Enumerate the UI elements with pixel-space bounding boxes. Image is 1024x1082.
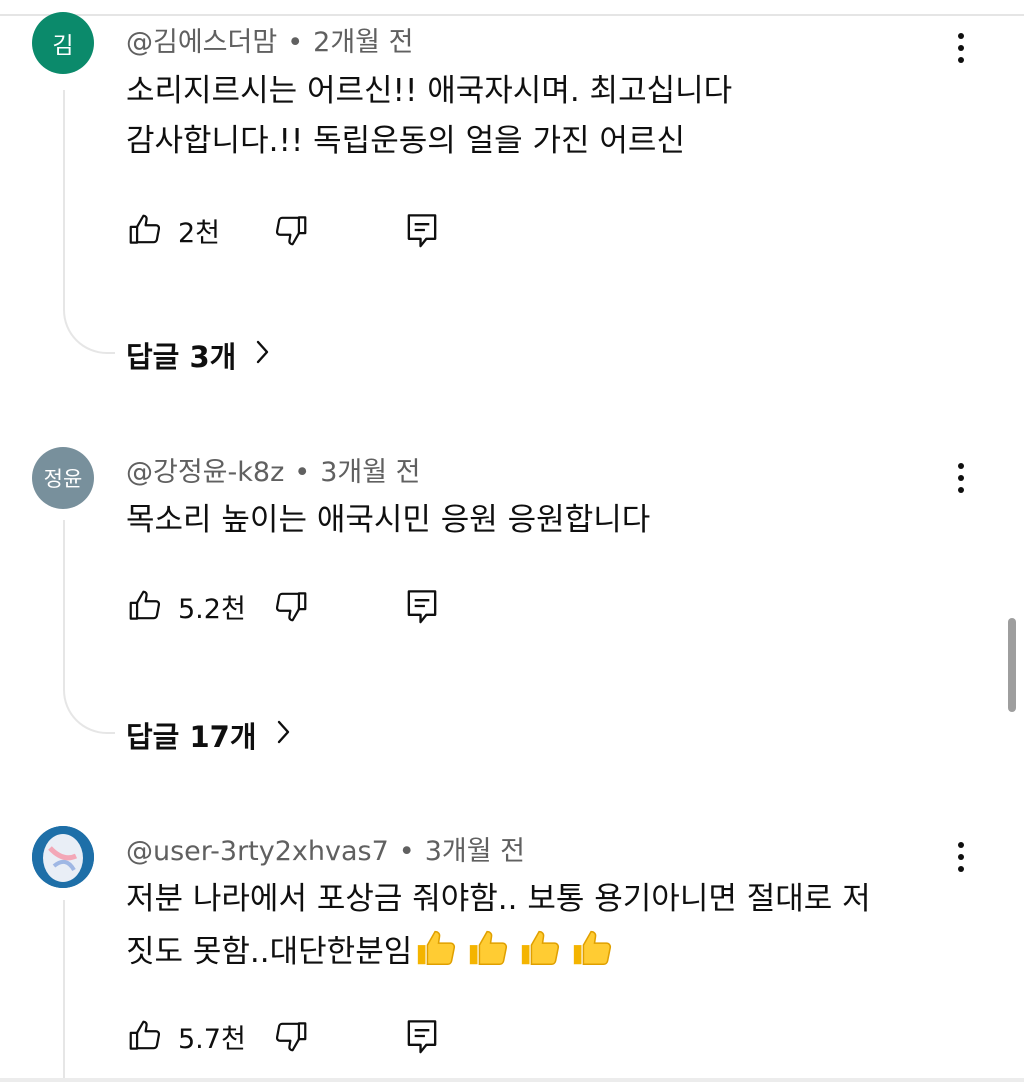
avatar[interactable]: 정윤 — [32, 447, 94, 509]
like-count: 5.2천 — [178, 593, 246, 625]
comment-actions: 2천 — [126, 210, 456, 250]
avatar[interactable] — [32, 826, 94, 888]
like-count: 2천 — [178, 217, 221, 249]
thumbs-up-emoji-group — [414, 924, 616, 970]
comment-line: 저분 나라에서 포상금 줘야함.. 보통 용기아니면 절대로 저 — [126, 881, 871, 917]
comment-line: 짓도 못함..대단한분임 — [126, 924, 871, 977]
comment-text: 소리지르시는 어르신!! 애국자시며. 최고십니다 감사합니다.!! 독립운동의… — [126, 66, 732, 166]
comment-actions: 5.7천 — [126, 1016, 456, 1056]
more-vert-icon[interactable] — [944, 458, 978, 498]
top-divider — [0, 14, 1024, 16]
comment-meta: @김에스더맘 • 2개월 전 — [126, 20, 413, 59]
thumbs-up-emoji — [418, 930, 456, 966]
thumbs-up-icon — [126, 1017, 164, 1055]
comment-line: 소리지르시는 어르신!! 애국자시며. 최고십니다 — [126, 73, 733, 109]
more-vert-icon[interactable] — [944, 837, 978, 877]
replies-toggle[interactable]: 답글 3개 — [126, 334, 270, 376]
author-handle[interactable]: @강정윤-k8z — [126, 457, 284, 488]
replies-toggle[interactable]: 답글 17개 — [126, 714, 291, 756]
thread-connector — [63, 90, 115, 354]
chevron-right-icon — [236, 338, 270, 372]
thumbs-up-icon — [126, 211, 164, 249]
dislike-button[interactable] — [272, 1016, 310, 1056]
dislike-button[interactable] — [272, 210, 310, 250]
thumbs-down-icon — [272, 211, 310, 249]
comment-time: 3개월 전 — [320, 457, 421, 488]
comment-reply-icon — [404, 211, 440, 249]
thumbs-up-emoji — [574, 930, 612, 966]
comment-time: 3개월 전 — [424, 836, 526, 867]
comment-meta: @user-3rty2xhvas7 • 3개월 전 — [126, 829, 525, 868]
like-count: 5.7천 — [178, 1023, 246, 1055]
bottom-divider — [0, 1078, 1024, 1082]
thumbs-up-emoji — [470, 930, 508, 966]
reply-button[interactable] — [404, 210, 440, 250]
like-button[interactable]: 2천 — [126, 210, 220, 250]
comment-reply-icon — [404, 1017, 440, 1055]
avatar[interactable]: 김 — [32, 12, 94, 74]
more-vert-icon[interactable] — [944, 28, 978, 68]
thumbs-down-icon — [272, 587, 310, 625]
scrollbar-thumb[interactable] — [1008, 618, 1016, 712]
thumbs-down-icon — [272, 1017, 310, 1055]
dislike-button[interactable] — [272, 586, 310, 626]
reply-button[interactable] — [404, 1016, 440, 1056]
comment-line: 감사합니다.!! 독립운동의 얼을 가진 어르신 — [126, 123, 685, 159]
thumbs-up-emoji — [522, 930, 560, 966]
comment-time: 2개월 전 — [313, 27, 414, 58]
replies-label: 답글 17개 — [126, 720, 257, 754]
comment-text: 목소리 높이는 애국시민 응원 응원합니다 — [126, 495, 650, 545]
author-handle[interactable]: @김에스더맘 — [126, 27, 277, 58]
meta-separator: • — [287, 27, 304, 58]
chevron-right-icon — [257, 718, 291, 752]
comment-line-text: 짓도 못함..대단한분임 — [126, 934, 413, 970]
meta-separator: • — [398, 836, 415, 867]
comment-line: 목소리 높이는 애국시민 응원 응원합니다 — [126, 502, 651, 538]
thread-connector — [63, 520, 115, 734]
replies-label: 답글 3개 — [126, 340, 237, 374]
comment-text: 저분 나라에서 포상금 줘야함.. 보통 용기아니면 절대로 저 짓도 못함..… — [126, 874, 871, 977]
author-handle[interactable]: @user-3rty2xhvas7 — [126, 836, 389, 867]
thumbs-up-icon — [126, 587, 164, 625]
comment-meta: @강정윤-k8z • 3개월 전 — [126, 450, 420, 489]
comment-reply-icon — [404, 587, 440, 625]
comment-actions: 5.2천 — [126, 586, 456, 626]
avatar-image — [32, 826, 94, 888]
like-button[interactable]: 5.7천 — [126, 1016, 246, 1056]
reply-button[interactable] — [404, 586, 440, 626]
like-button[interactable]: 5.2천 — [126, 586, 246, 626]
meta-separator: • — [294, 457, 311, 488]
thread-connector — [63, 900, 115, 1078]
